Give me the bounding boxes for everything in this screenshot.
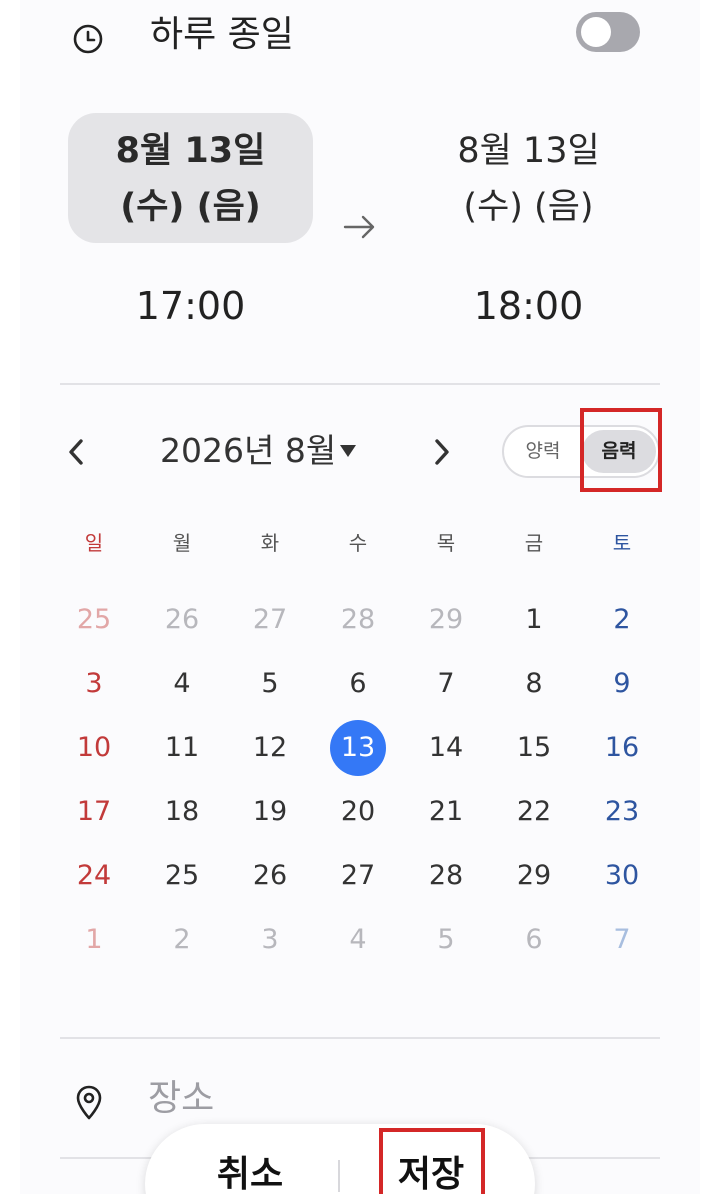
previous-month-button[interactable] [62, 434, 90, 470]
day-cell[interactable]: 4 [314, 908, 402, 972]
start-date-text: 8월 13일 [115, 131, 266, 171]
day-cell[interactable]: 19 [226, 780, 314, 844]
day-cell[interactable]: 20 [314, 780, 402, 844]
day-cell[interactable]: 1 [50, 908, 138, 972]
solar-option[interactable]: 양력 [510, 427, 576, 476]
day-cell[interactable]: 21 [402, 780, 490, 844]
day-cell-selected[interactable]: 13 [314, 716, 402, 780]
day-cell[interactable]: 22 [490, 780, 578, 844]
day-cell[interactable]: 26 [138, 588, 226, 652]
day-cell[interactable]: 23 [578, 780, 666, 844]
day-cell[interactable]: 4 [138, 652, 226, 716]
cancel-button[interactable]: 취소 [175, 1152, 325, 1194]
day-cell[interactable]: 29 [490, 844, 578, 908]
weekday-label: 토 [612, 531, 632, 555]
day-cell[interactable]: 2 [578, 588, 666, 652]
day-cell[interactable]: 25 [138, 844, 226, 908]
day-cell[interactable]: 1 [490, 588, 578, 652]
day-cell[interactable]: 7 [578, 908, 666, 972]
weekday-label: 일 [84, 531, 104, 555]
start-weekday-text: (수) (음) [120, 187, 261, 227]
day-cell[interactable]: 30 [578, 844, 666, 908]
day-cell[interactable]: 6 [490, 908, 578, 972]
day-cell[interactable]: 5 [402, 908, 490, 972]
day-cell[interactable]: 29 [402, 588, 490, 652]
day-cell[interactable]: 26 [226, 844, 314, 908]
next-month-button[interactable] [428, 434, 456, 470]
day-cell[interactable]: 7 [402, 652, 490, 716]
divider [60, 1037, 660, 1039]
day-cell[interactable]: 9 [578, 652, 666, 716]
month-label[interactable]: 2026년 8월 [160, 428, 336, 474]
day-cell[interactable]: 27 [226, 588, 314, 652]
toggle-knob [581, 17, 611, 47]
day-cell[interactable]: 3 [50, 652, 138, 716]
day-cell[interactable]: 2 [138, 908, 226, 972]
day-cell[interactable]: 27 [314, 844, 402, 908]
start-date-button[interactable]: 8월 13일 (수) (음) [68, 113, 313, 243]
location-pin-icon [76, 1085, 102, 1120]
day-cell[interactable]: 15 [490, 716, 578, 780]
weekday-label: 목 [436, 531, 456, 555]
event-editor-panel: 하루 종일 8월 13일 (수) (음) 8월 13일 (수) (음) 17:0… [20, 0, 700, 1194]
caret-down-icon[interactable] [338, 443, 358, 459]
end-weekday-text: (수) (음) [463, 187, 594, 227]
day-cell[interactable]: 5 [226, 652, 314, 716]
weekday-label: 수 [348, 531, 368, 555]
day-cell[interactable]: 12 [226, 716, 314, 780]
weekday-label: 월 [172, 531, 192, 555]
all-day-toggle[interactable] [576, 12, 640, 52]
day-cell[interactable]: 10 [50, 716, 138, 780]
selected-day-indicator: 13 [330, 720, 386, 776]
day-cell[interactable]: 6 [314, 652, 402, 716]
day-cell[interactable]: 28 [402, 844, 490, 908]
weekday-label: 화 [260, 531, 280, 555]
end-date-button[interactable]: 8월 13일 (수) (음) [406, 113, 651, 243]
lunar-highlight-box [580, 408, 662, 492]
day-cell[interactable]: 24 [50, 844, 138, 908]
weekday-label: 금 [524, 531, 544, 555]
day-cell[interactable]: 14 [402, 716, 490, 780]
day-cell[interactable]: 28 [314, 588, 402, 652]
day-cell[interactable]: 16 [578, 716, 666, 780]
day-cell[interactable]: 8 [490, 652, 578, 716]
day-cell[interactable]: 11 [138, 716, 226, 780]
location-input[interactable]: 장소 [148, 1074, 214, 1124]
save-highlight-box [379, 1128, 485, 1194]
arrow-right-icon [343, 215, 375, 239]
action-separator [338, 1160, 340, 1192]
divider [60, 383, 660, 385]
clock-icon [73, 24, 103, 54]
all-day-label: 하루 종일 [150, 14, 294, 55]
end-time-button[interactable]: 18:00 [406, 280, 651, 332]
day-cell[interactable]: 25 [50, 588, 138, 652]
day-cell[interactable]: 3 [226, 908, 314, 972]
start-time-button[interactable]: 17:00 [68, 280, 313, 332]
end-date-text: 8월 13일 [457, 131, 600, 171]
action-bar: 취소 저장 [145, 1124, 535, 1194]
day-cell[interactable]: 17 [50, 780, 138, 844]
day-cell[interactable]: 18 [138, 780, 226, 844]
